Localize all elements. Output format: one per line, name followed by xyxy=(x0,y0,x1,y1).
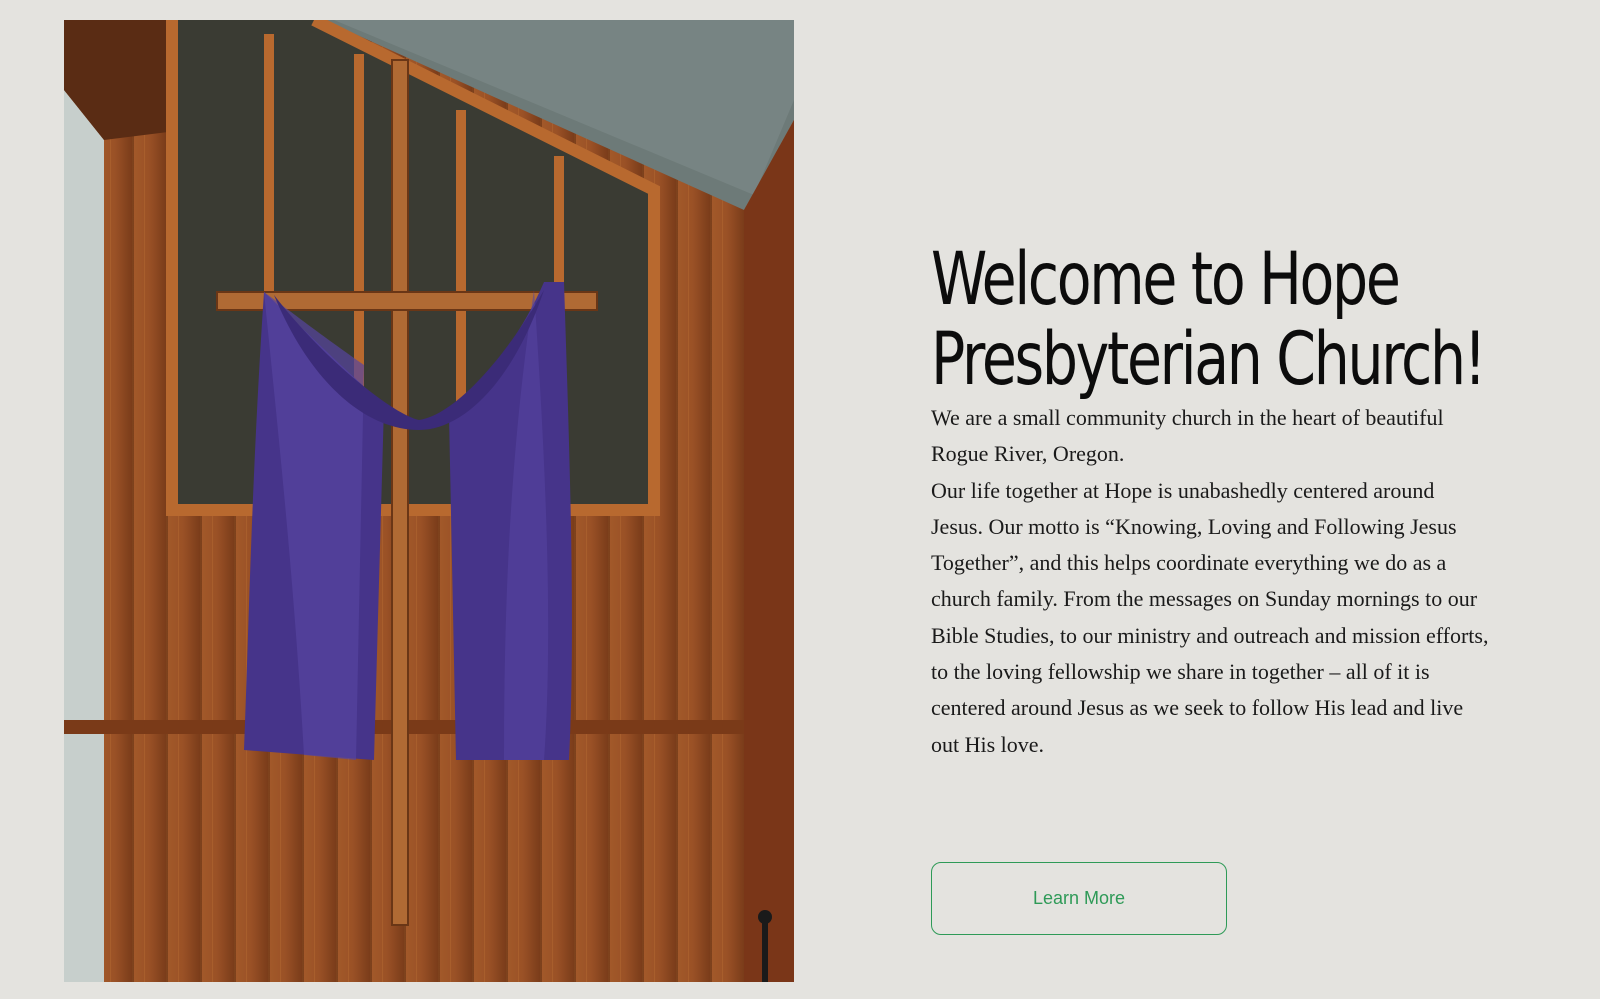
intro-body: We are a small community church in the h… xyxy=(931,400,1491,763)
intro-paragraph: We are a small community church in the h… xyxy=(931,405,1444,467)
mission-paragraph: Our life together at Hope is unabashedly… xyxy=(931,477,1489,757)
learn-more-button[interactable]: Learn More xyxy=(931,862,1227,935)
cross-with-purple-drape-image xyxy=(64,20,794,982)
headline-line-2: Presbyterian Church! xyxy=(931,317,1487,402)
page-title: Welcome to Hope Presbyterian Church! xyxy=(931,240,1493,400)
hero-text-column: Welcome to Hope Presbyterian Church! We … xyxy=(931,240,1491,763)
headline-line-1: Welcome to Hope xyxy=(931,237,1401,322)
hero-photo xyxy=(64,20,794,982)
